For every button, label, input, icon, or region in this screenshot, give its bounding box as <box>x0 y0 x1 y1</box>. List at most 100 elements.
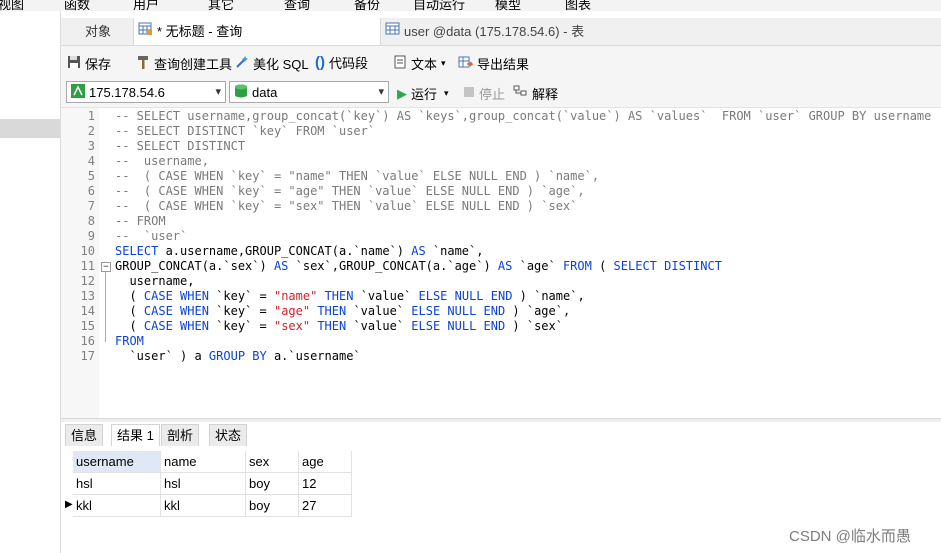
code-line: -- ( CASE WHEN `key` = "sex" THEN `value… <box>115 199 578 213</box>
code-line: -- SELECT DISTINCT <box>115 139 246 153</box>
table-cell[interactable]: hsl <box>73 473 161 495</box>
code-line: ( CASE WHEN `key` = "age" THEN `value` E… <box>115 304 571 318</box>
run-button[interactable]: ▶ 运行 ▾ <box>397 84 449 103</box>
magic-wand-icon <box>235 55 249 72</box>
line-number: 12 <box>80 274 95 288</box>
export-results-button[interactable]: 导出结果 <box>458 54 529 73</box>
menu-query[interactable]: 查询 <box>284 0 310 11</box>
table-cell[interactable]: 27 <box>299 495 352 517</box>
column-header-age[interactable]: age <box>299 451 352 473</box>
object-tree-panel[interactable] <box>0 11 61 553</box>
menu-functions[interactable]: 函数 <box>64 0 90 11</box>
line-number: 3 <box>87 139 95 153</box>
chevron-down-icon: ▾ <box>215 86 221 98</box>
menu-model[interactable]: 模型 <box>495 0 521 11</box>
save-icon <box>67 55 81 72</box>
parentheses-icon: () <box>315 54 325 71</box>
current-row-indicator-icon: ▶ <box>65 499 73 510</box>
play-icon: ▶ <box>397 85 407 101</box>
text-mode-dropdown[interactable]: 文本 ▾ <box>393 54 446 73</box>
code-line: ( CASE WHEN `key` = "name" THEN `value` … <box>115 289 585 303</box>
menu-backup[interactable]: 备份 <box>354 0 380 11</box>
line-number: 15 <box>80 319 95 333</box>
document-tab-bar: 对象 * 无标题 - 查询 user @data (175.178.54.6) … <box>61 18 941 46</box>
tab-objects[interactable]: 对象 <box>85 18 111 45</box>
stop-icon <box>463 86 475 101</box>
watermark: CSDN @临水而愚 <box>789 528 911 545</box>
line-number: 8 <box>87 214 95 228</box>
code-line: -- SELECT DISTINCT `key` FROM `user` <box>115 124 376 138</box>
chevron-down-icon: ▾ <box>378 86 384 98</box>
table-cell[interactable]: 12 <box>299 473 352 495</box>
table-cell[interactable]: hsl <box>161 473 246 495</box>
result-tab-bar: 信息 结果 1 剖析 状态 <box>61 422 941 446</box>
table-cell[interactable]: kkl <box>73 495 161 517</box>
explain-icon <box>513 85 528 102</box>
tab-profile[interactable]: 剖析 <box>161 424 200 446</box>
line-number: 4 <box>87 154 95 168</box>
connection-toolbar: 175.178.54.6 ▾ data ▾ ▶ 运行 ▾ 停止 解释 <box>61 78 941 108</box>
menu-users[interactable]: 用户 <box>133 0 159 11</box>
tab-result-1[interactable]: 结果 1 <box>111 424 160 446</box>
fold-guide <box>105 272 106 342</box>
line-number: 17 <box>80 349 95 363</box>
query-grid-icon <box>138 18 153 45</box>
line-number: 1 <box>87 109 95 123</box>
table-cell[interactable]: boy <box>246 473 299 495</box>
code-line: -- ( CASE WHEN `key` = "name" THEN `valu… <box>115 169 600 183</box>
hammer-icon <box>136 55 150 72</box>
database-icon <box>233 83 249 102</box>
stop-button[interactable]: 停止 <box>463 84 505 103</box>
connection-select[interactable]: 175.178.54.6 ▾ <box>66 81 226 103</box>
line-number: 7 <box>87 199 95 213</box>
menu-automation[interactable]: 自动运行 <box>413 0 465 11</box>
table-cell[interactable]: kkl <box>161 495 246 517</box>
dropdown-arrow-icon: ▾ <box>441 58 446 68</box>
line-number: 11 <box>80 259 95 273</box>
line-number: 6 <box>87 184 95 198</box>
line-number: 10 <box>80 244 95 258</box>
code-line: GROUP_CONCAT(a.`sex`) AS `sex`,GROUP_CON… <box>115 259 722 273</box>
database-select[interactable]: data ▾ <box>229 81 389 103</box>
column-header-username[interactable]: username <box>73 451 161 473</box>
save-button[interactable]: 保存 <box>67 54 111 73</box>
code-line: `user` ) a GROUP BY a.`username` <box>115 349 361 363</box>
code-line: SELECT a.username,GROUP_CONCAT(a.`name`)… <box>115 244 484 258</box>
object-tree-selected-item[interactable] <box>0 119 60 138</box>
column-header-name[interactable]: name <box>161 451 246 473</box>
line-number: 5 <box>87 169 95 183</box>
code-line: -- username, <box>115 154 209 168</box>
export-icon <box>458 55 474 72</box>
code-line: ( CASE WHEN `key` = "sex" THEN `value` E… <box>115 319 563 333</box>
code-line: -- ( CASE WHEN `key` = "age" THEN `value… <box>115 184 585 198</box>
editor-toolbar: 保存 查询创建工具 美化 SQL () 代码段 文本 ▾ 导出结果 <box>61 46 941 78</box>
menu-bar: 视图 函数 用户 其它 查询 备份 自动运行 模型 图表 <box>0 0 941 11</box>
line-number: 2 <box>87 124 95 138</box>
column-header-sex[interactable]: sex <box>246 451 299 473</box>
tab-status[interactable]: 状态 <box>209 424 248 446</box>
code-line: -- `user` <box>115 229 188 243</box>
tab-info[interactable]: 信息 <box>65 424 104 446</box>
code-line: FROM <box>115 334 144 348</box>
line-number: 9 <box>87 229 95 243</box>
code-snippet-button[interactable]: () 代码段 <box>315 53 368 72</box>
dropdown-arrow-icon: ▾ <box>444 88 449 98</box>
query-builder-button[interactable]: 查询创建工具 <box>136 54 232 73</box>
explain-button[interactable]: 解释 <box>513 84 558 103</box>
menu-view[interactable]: 视图 <box>0 0 24 11</box>
code-line: username, <box>115 274 195 288</box>
menu-other[interactable]: 其它 <box>208 0 234 11</box>
fold-toggle-icon[interactable]: − <box>101 262 111 272</box>
beautify-sql-button[interactable]: 美化 SQL <box>235 54 309 73</box>
line-number: 16 <box>80 334 95 348</box>
menu-charts[interactable]: 图表 <box>565 0 591 11</box>
tab-table[interactable]: user @data (175.178.54.6) - 表 <box>385 18 635 45</box>
connection-icon <box>70 83 86 102</box>
tab-table-label: user @data (175.178.54.6) - 表 <box>404 24 585 39</box>
sql-editor[interactable]: 1 2 3 4 5 6 7 8 9 10 11 12 13 14 15 16 1… <box>61 108 941 418</box>
table-cell[interactable]: boy <box>246 495 299 517</box>
document-icon <box>393 55 407 72</box>
line-number: 14 <box>80 304 95 318</box>
tab-query[interactable]: * 无标题 - 查询 <box>133 18 381 45</box>
line-number: 13 <box>80 289 95 303</box>
